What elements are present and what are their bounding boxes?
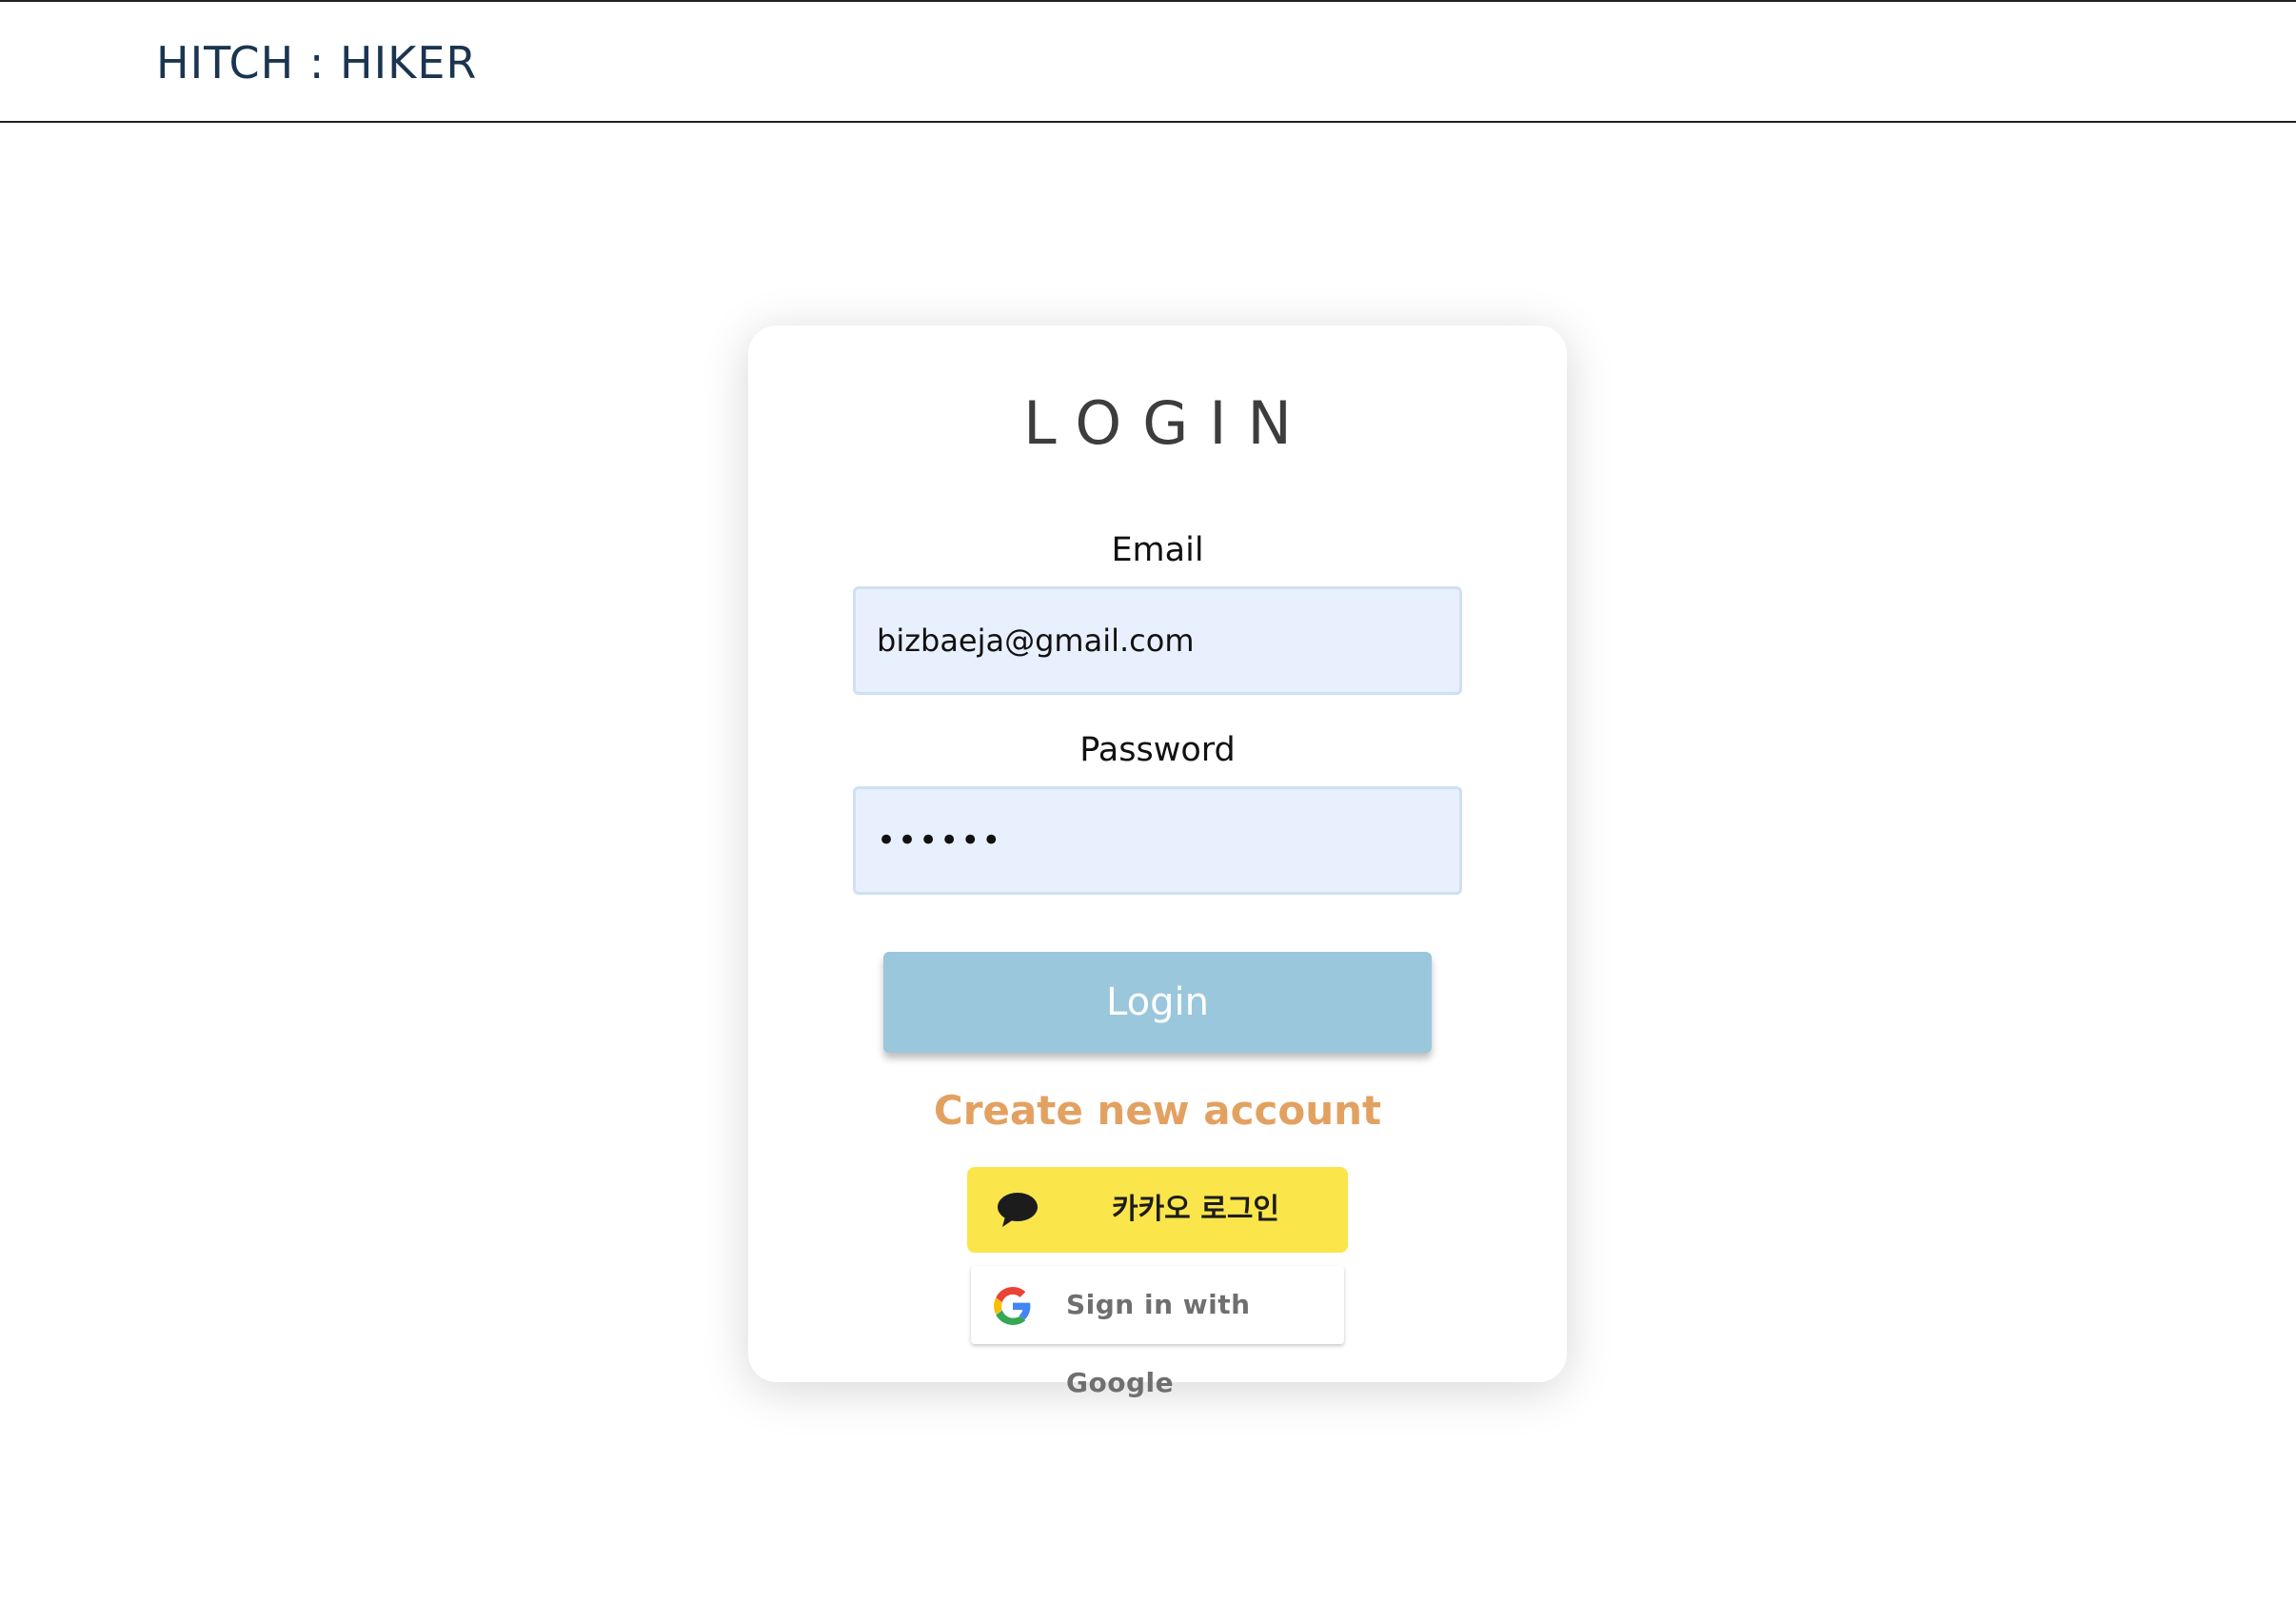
login-card: LOGIN Email Password Login Create new ac… bbox=[748, 326, 1567, 1398]
kakao-login-label: 카카오 로그인 bbox=[1111, 1193, 1280, 1226]
google-g-icon bbox=[994, 1287, 1031, 1325]
login-button[interactable]: Login bbox=[883, 952, 1432, 1053]
kakao-login-button[interactable]: 카카오 로그인 bbox=[967, 1167, 1348, 1253]
password-input[interactable] bbox=[853, 786, 1462, 895]
google-signin-button[interactable]: Sign in with Google bbox=[971, 1266, 1344, 1398]
login-title: LOGIN bbox=[1023, 388, 1313, 458]
email-label: Email bbox=[1111, 531, 1204, 569]
email-input[interactable] bbox=[853, 586, 1462, 695]
brand-logo-text[interactable]: HITCH : HIKER bbox=[156, 36, 477, 89]
create-account-link[interactable]: Create new account bbox=[748, 1087, 1567, 1134]
google-signin-label: Sign in with Google bbox=[1066, 1289, 1251, 1398]
password-label: Password bbox=[1079, 731, 1236, 769]
top-nav-bar: HITCH : HIKER bbox=[0, 0, 2296, 123]
chat-bubble-icon bbox=[998, 1193, 1038, 1227]
